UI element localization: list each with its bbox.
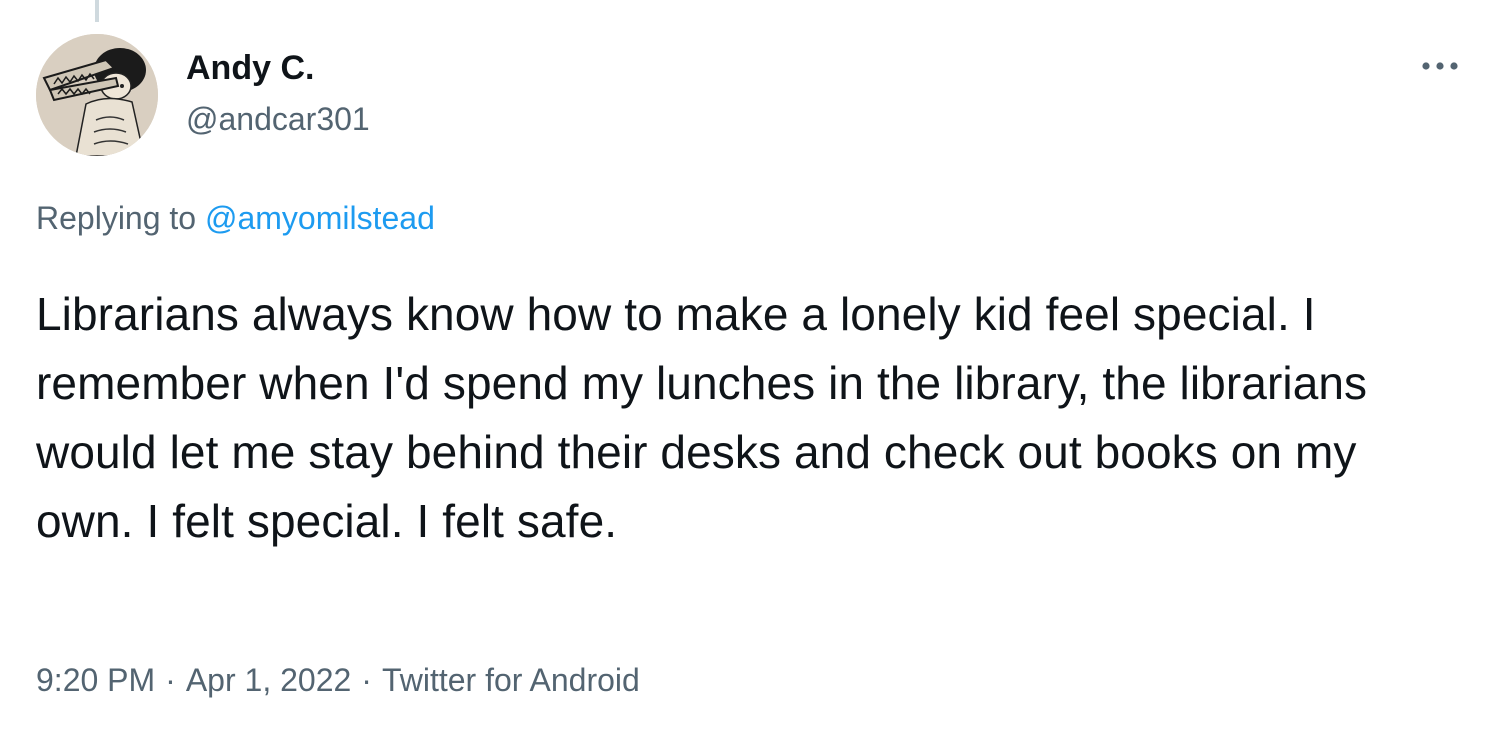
tweet-date: Apr 1, 2022 (185, 662, 352, 698)
tweet-timestamp-link[interactable]: 9:20 PM · Apr 1, 2022 (36, 662, 351, 698)
reply-mention-link[interactable]: @amyomilstead (205, 200, 435, 236)
avatar-illustration (36, 34, 158, 156)
more-options-button[interactable] (1412, 46, 1468, 86)
tweet-source: Twitter for Android (381, 662, 640, 698)
author-display-name[interactable]: Andy C. (186, 48, 314, 88)
author-handle[interactable]: @andcar301 (186, 100, 370, 138)
more-horizontal-icon (1422, 62, 1458, 70)
meta-separator: · (165, 662, 176, 698)
avatar[interactable] (36, 34, 158, 156)
replying-to-line: Replying to @amyomilstead (36, 198, 435, 238)
tweet-time: 9:20 PM (36, 662, 156, 698)
thread-connector-line (95, 0, 99, 22)
tweet-metadata: 9:20 PM · Apr 1, 2022 · Twitter for Android (36, 660, 640, 700)
tweet-text: Librarians always know how to make a lon… (36, 288, 1368, 547)
replying-to-label: Replying to (36, 200, 197, 236)
meta-separator: · (361, 662, 372, 698)
